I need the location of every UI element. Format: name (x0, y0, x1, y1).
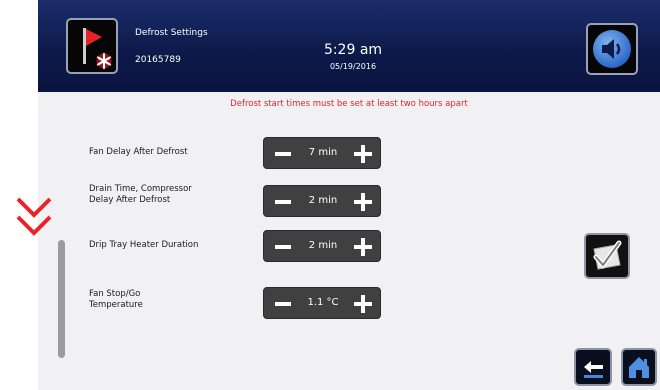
clock-date: 05/19/2016 (329, 62, 377, 71)
warning-message: Defrost start times must be set at least… (230, 99, 468, 109)
speaker-icon (593, 30, 631, 68)
save-button[interactable] (584, 233, 630, 279)
stepper-value: 7 min (308, 147, 338, 158)
setting-label-drain-time: Drain Time, Compressor Delay After Defro… (89, 184, 192, 206)
stepper-value: 2 min (308, 240, 338, 251)
screen-title: Defrost Settings (135, 28, 208, 38)
stepper-value: 2 min (308, 195, 338, 206)
setting-label-fan-stop-go: Fan Stop/Go Temperature (89, 289, 143, 311)
home-icon (629, 357, 649, 378)
setting-label-line: Temperature (89, 300, 143, 310)
clock-time: 5:29 am (323, 42, 383, 58)
decrement-button[interactable] (275, 302, 291, 306)
drip-tray-stepper: 2 min (263, 230, 381, 262)
decrement-button[interactable] (275, 245, 291, 249)
drain-time-stepper: 2 min (263, 185, 381, 217)
defrost-settings-screen: Defrost Settings 20165789 5:29 am 05/19/… (38, 0, 660, 390)
fan-stop-go-stepper: 1.1 °C (263, 287, 381, 319)
defrost-menu-button[interactable] (66, 18, 118, 74)
setting-label-line: Drip Tray Heater Duration (89, 240, 199, 250)
home-button[interactable] (621, 348, 657, 386)
decrement-button[interactable] (275, 200, 291, 204)
setting-label-fan-delay: Fan Delay After Defrost (89, 147, 188, 158)
increment-button[interactable] (354, 238, 372, 256)
setting-label-line: Drain Time, Compressor (89, 184, 192, 194)
setting-label-line: Delay After Defrost (89, 195, 171, 205)
setting-label-line: Fan Stop/Go (89, 289, 141, 299)
increment-button[interactable] (354, 145, 372, 163)
sound-button[interactable] (586, 23, 638, 75)
decrement-button[interactable] (275, 152, 291, 156)
setting-label-line: Fan Delay After Defrost (89, 147, 188, 157)
stepper-value: 1.1 °C (307, 297, 339, 308)
back-arrow-icon (584, 361, 603, 378)
unit-id: 20165789 (135, 55, 181, 65)
fan-delay-stepper: 7 min (263, 137, 381, 169)
increment-button[interactable] (354, 295, 372, 313)
header-bar: Defrost Settings 20165789 5:29 am 05/19/… (38, 0, 660, 92)
double-chevron-down-icon (16, 197, 52, 236)
increment-button[interactable] (354, 193, 372, 211)
setting-label-drip-tray: Drip Tray Heater Duration (89, 240, 198, 251)
checkmark-icon (593, 240, 622, 270)
defrost-flag-icon (83, 28, 112, 70)
scrollbar[interactable] (58, 240, 65, 358)
back-button[interactable] (574, 348, 612, 386)
